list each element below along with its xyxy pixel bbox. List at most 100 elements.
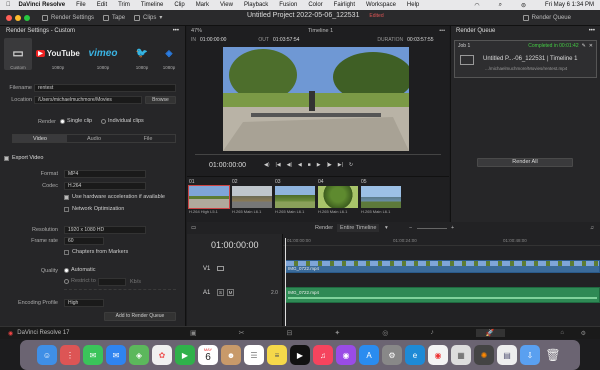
encoding-profile-select[interactable]: High — [64, 299, 104, 307]
chrome-icon[interactable]: ◉ — [428, 345, 448, 365]
in-timecode[interactable]: 01:00:00:00 — [200, 37, 226, 43]
chapters-checkbox[interactable]: Chapters from Markers — [64, 249, 128, 255]
codec-select[interactable]: H.264 — [64, 182, 146, 190]
cut-page-icon[interactable]: ✂ — [239, 329, 245, 337]
deliver-page-icon[interactable]: 🚀 — [475, 329, 505, 337]
calendar-icon[interactable]: MAY 6 — [198, 345, 218, 365]
system-preferences-icon[interactable]: ⚙ — [382, 345, 402, 365]
preset-dropbox[interactable]: ◈ 1080p — [162, 38, 176, 71]
color-page-icon[interactable]: ◎ — [382, 329, 388, 337]
more-options-icon[interactable]: ••• — [589, 28, 595, 34]
playhead[interactable] — [285, 238, 286, 328]
preset-vimeo[interactable]: vimeo 1080p — [84, 38, 122, 71]
finder-icon[interactable]: ☺ — [37, 345, 57, 365]
menu-file[interactable]: File — [76, 2, 86, 8]
zoom-select[interactable]: 47% — [191, 28, 202, 34]
wifi-icon[interactable]: ◠ — [474, 2, 479, 9]
trash-icon[interactable]: 🗑 — [543, 345, 563, 365]
restrict-to-radio[interactable]: Restrict to — [64, 278, 96, 284]
menu-help[interactable]: Help — [407, 2, 419, 8]
menu-mark[interactable]: Mark — [196, 2, 209, 8]
search-icon[interactable]: ⌕ — [499, 2, 502, 9]
viewer-options-icon[interactable]: ••• — [439, 28, 445, 34]
resolution-select[interactable]: 1920 x 1080 HD — [64, 226, 146, 234]
pencil-icon[interactable]: ✎ — [582, 43, 586, 49]
zoom-window-button[interactable] — [24, 14, 30, 21]
facetime-icon[interactable]: ▶ — [175, 345, 195, 365]
notes-icon[interactable]: ≡ — [267, 345, 287, 365]
more-options-icon[interactable]: ••• — [173, 28, 179, 34]
clock[interactable]: Fri May 6 1:34 PM — [545, 2, 594, 8]
automatic-radio[interactable]: Automatic — [64, 267, 95, 273]
davinci-resolve-icon[interactable]: ✺ — [474, 345, 494, 365]
menu-trim[interactable]: Trim — [118, 2, 130, 8]
single-clip-radio[interactable]: Single clip — [60, 118, 92, 124]
apple-icon[interactable]:  — [6, 2, 11, 8]
menu-color[interactable]: Color — [308, 2, 322, 8]
audio-clip[interactable]: IMG_0722.mp4 — [285, 287, 600, 303]
timeline-view-icon[interactable]: ▭ — [191, 225, 196, 231]
menu-fusion[interactable]: Fusion — [279, 2, 297, 8]
timeline-name[interactable]: Timeline 1 — [308, 28, 333, 34]
tape-button[interactable]: Tape — [103, 14, 125, 21]
video-clip[interactable]: IMG_0722.mp4 — [285, 260, 600, 273]
preset-youtube[interactable]: ▶ YouTube 1080p — [36, 38, 80, 70]
media-page-icon[interactable]: ▣ — [190, 329, 197, 337]
mail-icon[interactable]: ✉ — [106, 345, 126, 365]
step-forward-icon[interactable]: |▶ — [327, 162, 332, 168]
export-video-checkbox[interactable]: Export Video — [4, 155, 43, 161]
location-field[interactable]: /Users/michaelmuchmore/Movies — [34, 96, 142, 104]
edge-icon[interactable]: e — [405, 345, 425, 365]
zoom-out-icon[interactable]: − — [409, 225, 412, 231]
app-menu[interactable]: DaVinci Resolve — [19, 2, 66, 8]
scrub-bar[interactable] — [195, 154, 441, 155]
out-timecode[interactable]: 01:03:57:54 — [273, 37, 299, 43]
launchpad-icon[interactable]: ⋮ — [60, 345, 80, 365]
render-job[interactable]: Job 1 Completed in 00:01:42 ✎ ✕ Untitled… — [454, 40, 597, 78]
music-note-icon[interactable]: ♫ — [590, 225, 594, 231]
track-lock-icon[interactable] — [217, 266, 224, 271]
filename-field[interactable]: rentest — [34, 84, 176, 92]
podcasts-icon[interactable]: ◉ — [336, 345, 356, 365]
menu-fairlight[interactable]: Fairlight — [334, 2, 355, 8]
loop-icon[interactable]: ↻ — [349, 162, 353, 168]
tab-file[interactable]: File — [121, 135, 175, 142]
downloads-icon[interactable]: ⇩ — [520, 345, 540, 365]
music-icon[interactable]: ♫ — [313, 345, 333, 365]
preview-icon[interactable]: ▤ — [497, 345, 517, 365]
step-back-icon[interactable]: ◀| — [287, 162, 292, 168]
menu-edit[interactable]: Edit — [97, 2, 107, 8]
minimize-window-button[interactable] — [15, 14, 21, 21]
tv-icon[interactable]: ▶ — [290, 345, 310, 365]
maps-icon[interactable]: ◈ — [129, 345, 149, 365]
fusion-page-icon[interactable]: ✦ — [334, 329, 340, 337]
contacts-icon[interactable]: ☻ — [221, 345, 241, 365]
render-all-button[interactable]: Render All — [477, 158, 573, 167]
skip-end-icon[interactable]: ▶| — [338, 162, 343, 168]
zoom-in-icon[interactable]: + — [451, 225, 454, 231]
mute-button[interactable]: M — [227, 289, 234, 296]
play-reverse-icon[interactable]: ◀ — [298, 162, 302, 168]
menu-timeline[interactable]: Timeline — [141, 2, 163, 8]
control-center-icon[interactable]: ⊜ — [521, 2, 526, 9]
photo-app-icon[interactable]: ▦ — [451, 345, 471, 365]
browse-button[interactable]: Browse — [145, 96, 176, 104]
menu-workspace[interactable]: Workspace — [366, 2, 396, 8]
stop-icon[interactable]: ■ — [308, 162, 311, 168]
photos-icon[interactable]: ✿ — [152, 345, 172, 365]
tab-video[interactable]: Video — [13, 135, 67, 142]
audio-icon[interactable]: ◀) — [264, 162, 270, 168]
reminders-icon[interactable]: ☰ — [244, 345, 264, 365]
settings-icon[interactable]: ⚙ — [581, 330, 586, 337]
timeline-ruler[interactable]: 01:00:00:00 01:00:24:00 01:00:48:00 — [283, 236, 600, 246]
fairlight-page-icon[interactable]: ♪ — [430, 329, 434, 337]
clip-thumbnail[interactable]: 05 H.265 Main L6.1 — [361, 179, 401, 214]
menu-clip[interactable]: Clip — [174, 2, 184, 8]
render-settings-button[interactable]: Render Settings — [42, 14, 94, 21]
render-queue-button[interactable]: Render Queue — [522, 14, 571, 21]
clip-thumbnail[interactable]: 02 H.265 Main L6.1 — [232, 179, 272, 214]
render-mode-select[interactable]: Entire Timeline — [337, 224, 380, 232]
skip-start-icon[interactable]: |◀ — [276, 162, 281, 168]
tab-audio[interactable]: Audio — [67, 135, 121, 142]
hw-accel-checkbox[interactable]: Use hardware acceleration if available — [64, 194, 165, 200]
